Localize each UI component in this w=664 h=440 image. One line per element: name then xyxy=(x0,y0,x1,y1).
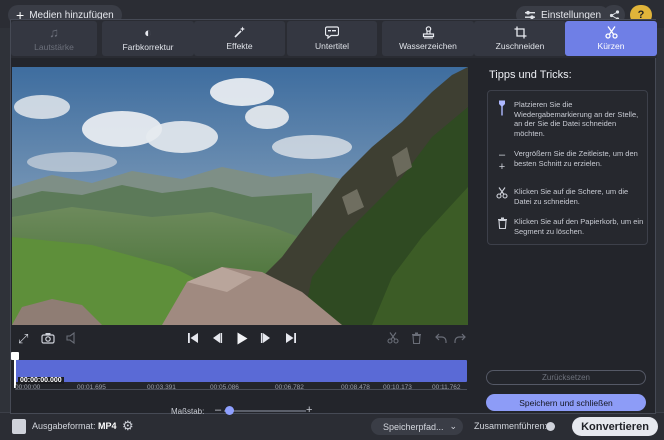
zoom-out-icon[interactable]: – xyxy=(215,404,221,416)
fullscreen-icon[interactable]: ⤢ xyxy=(18,332,28,346)
delete-segment-icon[interactable] xyxy=(411,332,422,347)
zoom-timeline-icon: –+ xyxy=(498,149,506,173)
camera-icon xyxy=(41,333,55,344)
tab-effects-label: Effekte xyxy=(226,41,253,51)
tab-subtitles[interactable]: Untertitel xyxy=(287,21,377,56)
play-icon[interactable] xyxy=(236,332,248,348)
undo-arrow-icon xyxy=(435,333,447,343)
chevron-down-icon: ⌄ xyxy=(449,421,458,431)
cut-scissors-icon[interactable] xyxy=(387,332,399,347)
tab-volume-label: Lautstärke xyxy=(34,41,74,52)
save-path-dropdown[interactable]: Speicherpfad... ⌄ xyxy=(371,418,463,435)
ruler-tick-label: 00:00:00 xyxy=(15,384,41,391)
previous-frame-icon[interactable] xyxy=(211,332,223,347)
tab-crop[interactable]: Zuschneiden xyxy=(474,21,566,56)
convert-button[interactable]: Konvertieren xyxy=(572,417,658,436)
ruler-tick-label: 00:06.782 xyxy=(275,384,304,391)
subtitle-icon xyxy=(325,26,339,39)
tip-text: Vergrößern Sie die Zeitleiste, um den be… xyxy=(514,149,638,168)
redo-icon[interactable] xyxy=(454,332,466,347)
tab-subtitles-label: Untertitel xyxy=(314,41,349,51)
merge-toggle[interactable] xyxy=(546,422,555,431)
redo-arrow-icon xyxy=(454,333,466,343)
volume-icon[interactable] xyxy=(66,331,78,347)
editor-tabs: ♫ Lautstärke ◐ Farbkorrektur Effekte Unt… xyxy=(11,20,657,58)
main-left-edge xyxy=(0,28,10,412)
tab-effects[interactable]: Effekte xyxy=(194,21,285,56)
current-timecode: 00:00:00.000 xyxy=(18,377,64,384)
ruler-tick-label: 00:05.086 xyxy=(210,384,239,391)
music-note-icon: ♫ xyxy=(49,24,59,40)
output-format-label: Ausgabeformat: xyxy=(32,421,96,431)
app-window: + Medien hinzufügen Einstellungen ? Ausg… xyxy=(0,0,664,440)
frame-back-icon xyxy=(213,333,223,343)
trash-icon xyxy=(412,332,421,345)
output-format-value[interactable]: MP4 xyxy=(98,421,117,431)
snapshot-camera-icon[interactable] xyxy=(41,332,55,347)
timeline-track[interactable] xyxy=(15,360,467,382)
skip-to-start-icon[interactable] xyxy=(187,332,199,347)
scissors-icon xyxy=(496,187,508,206)
tip-text: Platzieren Sie die Wiedergabemarkierung … xyxy=(514,100,639,138)
skip-end-icon xyxy=(286,333,296,343)
reset-button[interactable]: Zurücksetzen xyxy=(486,370,646,385)
speaker-icon xyxy=(66,331,75,345)
tab-color-correction[interactable]: ◐ Farbkorrektur xyxy=(102,21,194,56)
tip-text: Klicken Sie auf die Schere, um die Datei… xyxy=(514,187,629,206)
ruler-tick-label: 00:10.173 xyxy=(383,384,412,391)
output-format-icon xyxy=(12,419,26,434)
stamp-icon xyxy=(422,26,434,39)
tip-item: –+ Vergrößern Sie die Zeitleiste, um den… xyxy=(496,149,646,173)
playhead-handle[interactable] xyxy=(11,352,19,360)
play-triangle-icon xyxy=(237,332,248,345)
scissors-icon xyxy=(604,26,618,39)
video-frame-image xyxy=(12,67,468,325)
tab-trim[interactable]: Kürzen xyxy=(565,21,657,56)
magic-wand-icon xyxy=(234,26,245,38)
save-path-label: Speicherpfad... xyxy=(383,421,444,432)
crop-icon xyxy=(514,26,526,39)
trash-icon xyxy=(496,217,508,236)
marker-icon xyxy=(496,100,508,138)
tips-panel: Platzieren Sie die Wiedergabemarkierung … xyxy=(487,90,648,245)
tab-watermark-label: Wasserzeichen xyxy=(399,41,457,51)
tip-text: Klicken Sie auf den Papierkorb, um ein S… xyxy=(514,217,644,236)
trim-editor-dialog: ♫ Lautstärke ◐ Farbkorrektur Effekte Unt… xyxy=(10,19,657,416)
ruler-tick-label: 00:03.391 xyxy=(147,384,176,391)
tab-volume[interactable]: ♫ Lautstärke xyxy=(11,21,97,56)
undo-icon[interactable] xyxy=(435,332,447,347)
tab-crop-label: Zuschneiden xyxy=(495,41,545,51)
tips-title: Tipps und Tricks: xyxy=(489,69,572,81)
tab-color-correction-label: Farbkorrektur xyxy=(122,41,174,52)
main-bottom-bar: Ausgabeformat: MP4 ⚙ Speicherpfad... ⌄ Z… xyxy=(0,412,664,440)
tab-watermark[interactable]: Wasserzeichen xyxy=(382,21,474,56)
skip-start-icon xyxy=(188,333,198,343)
video-preview[interactable] xyxy=(12,67,468,325)
zoom-scale-label: Maßstab: xyxy=(171,407,205,416)
ruler-tick-label: 00:11.762 xyxy=(432,384,461,391)
next-frame-icon[interactable] xyxy=(260,332,272,347)
tip-item: Platzieren Sie die Wiedergabemarkierung … xyxy=(496,100,646,138)
scissors-icon xyxy=(387,332,399,344)
ruler-tick-label: 00:01.695 xyxy=(77,384,106,391)
merge-label: Zusammenführen: xyxy=(474,421,548,431)
ruler-tick-label: 00:08.478 xyxy=(341,384,370,391)
tab-trim-label: Kürzen xyxy=(597,41,625,51)
zoom-slider-track[interactable] xyxy=(224,410,306,412)
tip-item: Klicken Sie auf die Schere, um die Datei… xyxy=(496,187,646,206)
tip-item: Klicken Sie auf den Papierkorb, um ein S… xyxy=(496,217,646,236)
zoom-in-icon[interactable]: + xyxy=(306,404,312,416)
save-and-close-button[interactable]: Speichern und schließen xyxy=(486,394,646,411)
format-settings-gear-icon[interactable]: ⚙ xyxy=(122,418,134,434)
skip-to-end-icon[interactable] xyxy=(285,332,297,347)
frame-forward-icon xyxy=(260,333,270,343)
zoom-slider-handle[interactable] xyxy=(225,406,235,415)
color-correction-icon: ◐ xyxy=(144,24,152,40)
